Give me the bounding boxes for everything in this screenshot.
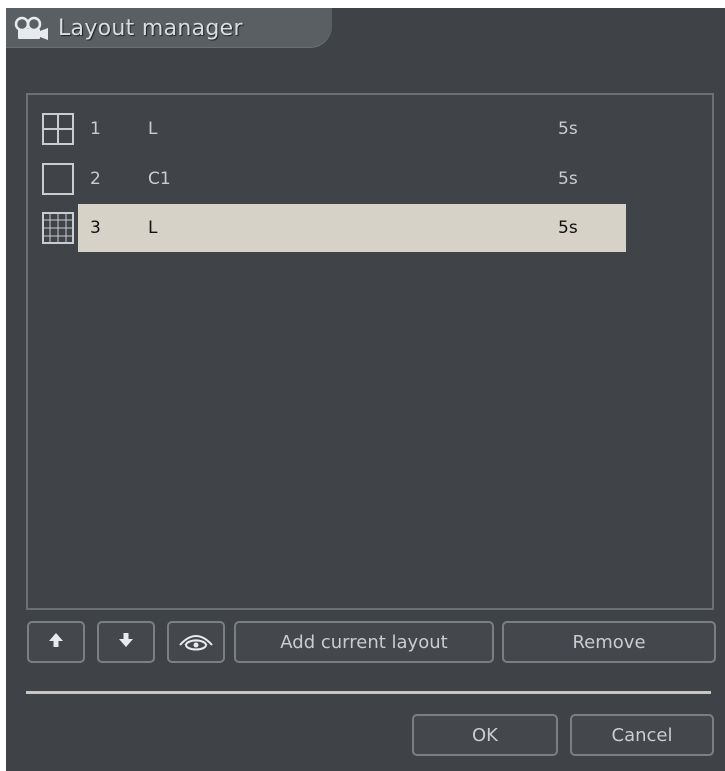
layout-name: C1 [148, 169, 171, 189]
layout-number: 2 [90, 169, 101, 189]
cancel-button[interactable]: Cancel [570, 714, 714, 756]
layout-number: 3 [90, 218, 101, 238]
eye-icon [178, 629, 214, 656]
grid-multi-icon [41, 211, 75, 245]
remove-button[interactable]: Remove [502, 621, 716, 663]
layout-name: L [148, 119, 158, 139]
layout-row[interactable]: 1 L 5s [28, 105, 628, 153]
window-title: Layout manager [58, 15, 243, 41]
layout-duration: 5s [558, 218, 578, 238]
layout-list[interactable]: 1 L 5s 2 C1 5s 3 L 5s [26, 93, 714, 610]
layout-duration: 5s [558, 169, 578, 189]
layout-manager-window: Layout manager 1 L 5s 2 C1 5s 3 L 5s Add… [6, 8, 725, 771]
layout-row-selected[interactable]: 3 L 5s [28, 204, 628, 252]
single-view-icon [41, 162, 75, 196]
ok-button[interactable]: OK [412, 714, 558, 756]
footer-separator [26, 691, 711, 694]
move-up-button[interactable] [27, 621, 85, 663]
layout-name: L [148, 218, 158, 238]
add-current-layout-button[interactable]: Add current layout [234, 621, 494, 663]
layout-duration: 5s [558, 119, 578, 139]
camera-reels-icon [14, 15, 52, 41]
layout-number: 1 [90, 119, 101, 139]
preview-button[interactable] [167, 621, 225, 663]
grid-2x2-icon [41, 112, 75, 146]
arrow-down-icon [118, 632, 134, 653]
title-bar: Layout manager [6, 8, 332, 48]
arrow-up-icon [48, 632, 64, 653]
move-down-button[interactable] [97, 621, 155, 663]
selection-highlight [78, 204, 626, 252]
layout-row[interactable]: 2 C1 5s [28, 155, 628, 203]
